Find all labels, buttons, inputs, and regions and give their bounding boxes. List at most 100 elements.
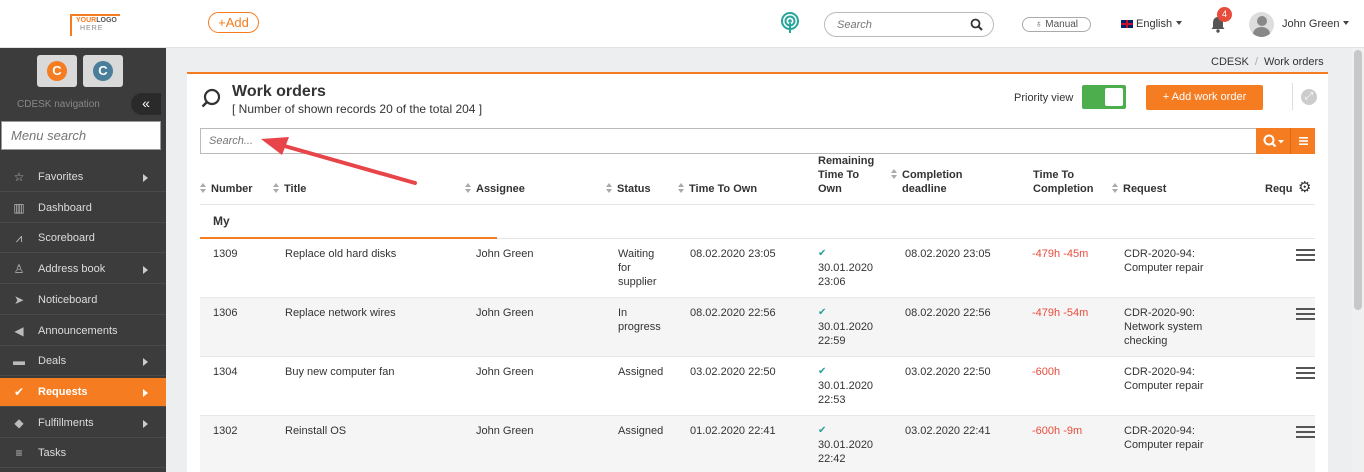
- row-menu-icon[interactable]: [1296, 308, 1315, 321]
- expand-icon[interactable]: ⤢: [1301, 89, 1317, 105]
- paper-plane-icon: ➤: [13, 292, 25, 307]
- cell-ttc: -479h -54m: [1032, 307, 1089, 319]
- cell-line: 22:59: [818, 335, 846, 347]
- sidebar-item-label: Dashboard: [38, 201, 92, 214]
- breadcrumb-root[interactable]: CDESK: [1211, 56, 1249, 68]
- add-button[interactable]: +Add: [208, 12, 259, 33]
- column-header-label: Time To: [818, 169, 860, 181]
- global-search-input[interactable]: [837, 17, 967, 33]
- uk-flag-icon: [1121, 20, 1133, 28]
- cell-line: 22:53: [818, 394, 846, 406]
- column-header-time-to-own[interactable]: Time To Own: [678, 182, 757, 196]
- user-menu[interactable]: John Green: [1282, 18, 1350, 30]
- table-search-button[interactable]: [1256, 128, 1290, 154]
- menu-search-input[interactable]: [2, 122, 160, 149]
- global-search[interactable]: [824, 12, 994, 37]
- logo-text-logo: LOGO: [96, 17, 117, 24]
- page-title: Work orders: [232, 83, 326, 100]
- notification-badge: 4: [1217, 7, 1232, 22]
- sort-icon: [1112, 183, 1119, 193]
- column-header-time-to-completion[interactable]: Time To Completion: [1033, 168, 1094, 196]
- chevron-right-icon: [143, 266, 148, 275]
- sidebar-item-requests[interactable]: ✔ Requests: [0, 377, 166, 407]
- logo-text-your: YOUR: [76, 17, 97, 24]
- sidebar-item-label: Fulfillments: [38, 416, 94, 429]
- cell-remaining: ✔ 30.01.2020 22:59: [818, 306, 873, 348]
- sidebar-item-tasks[interactable]: ≡ Tasks: [0, 439, 166, 469]
- row-menu-icon[interactable]: [1296, 367, 1315, 380]
- sidebar-item-label: Requests: [38, 385, 88, 398]
- cell-number: 1304: [213, 366, 238, 378]
- sort-icon: [891, 169, 898, 179]
- cell-title: Replace network wires: [285, 307, 396, 319]
- cell-assignee: John Green: [476, 425, 534, 437]
- cell-request: CDR-2020-90: Network system checking: [1124, 306, 1202, 348]
- column-header-remaining-time-to-own[interactable]: Remaining Time To Own: [818, 154, 874, 196]
- sidebar-item-address-book[interactable]: ♙ Address book: [0, 255, 166, 285]
- sidebar-collapse-button[interactable]: «: [131, 93, 161, 115]
- cell-line: Network system: [1124, 321, 1203, 333]
- sidebar-item-label: Announcements: [38, 324, 118, 337]
- sidebar-item-label: Deals: [38, 355, 67, 368]
- cell-remaining: ✔ 30.01.2020 22:42: [818, 424, 873, 466]
- sort-icon: [200, 183, 207, 193]
- star-icon: ☆: [13, 170, 25, 184]
- cell-line: supplier: [618, 276, 657, 288]
- column-header-request[interactable]: Request: [1112, 182, 1166, 196]
- column-header-number[interactable]: Number: [200, 182, 253, 196]
- chevron-right-icon: [143, 358, 148, 367]
- row-menu-icon[interactable]: [1296, 426, 1315, 439]
- avatar[interactable]: [1249, 12, 1274, 37]
- add-work-order-button[interactable]: + Add work order: [1146, 85, 1263, 110]
- table-row[interactable]: 1304 Buy new computer fan John Green Assign…: [200, 357, 1315, 416]
- sidebar-item-dashboard[interactable]: ▥ Dashboard: [0, 194, 166, 223]
- column-header-requ[interactable]: Requ: [1265, 182, 1293, 196]
- cdesk-app-button[interactable]: C: [37, 55, 77, 87]
- table-row[interactable]: 1309 Replace old hard disks John Green Wait…: [200, 239, 1315, 298]
- logo[interactable]: YOURLOGO HERE: [70, 14, 120, 36]
- sidebar-item-fulfillments[interactable]: ◆ Fulfillments: [0, 409, 166, 438]
- language-label: English: [1136, 18, 1173, 30]
- check-circle-icon: ✔: [13, 384, 25, 399]
- column-header-assignee[interactable]: Assignee: [465, 182, 525, 196]
- column-header-label: deadline: [902, 183, 947, 195]
- column-header-status[interactable]: Status: [606, 182, 651, 196]
- sidebar-item-deals[interactable]: ▬ Deals: [0, 347, 166, 377]
- manual-button[interactable]: ♁ Manual: [1022, 17, 1091, 32]
- sidebar-item-favorites[interactable]: ☆ Favorites: [0, 163, 166, 192]
- column-header-label: Requ: [1265, 183, 1293, 195]
- check-icon: ✔: [818, 307, 827, 318]
- table-row[interactable]: 1306 Replace network wires John Green In pro…: [200, 298, 1315, 357]
- cdesk-alt-app-button[interactable]: C: [83, 55, 123, 87]
- sidebar-item-announcements[interactable]: ◀ Announcements: [0, 317, 166, 346]
- search-icon[interactable]: [970, 18, 983, 31]
- cell-remaining: ✔ 30.01.2020 23:06: [818, 247, 873, 289]
- cell-title: Buy new computer fan: [285, 366, 395, 378]
- column-header-completion-deadline[interactable]: Completion deadline: [891, 168, 963, 196]
- cell-status: In progress: [618, 306, 661, 334]
- chevron-right-icon: [143, 174, 148, 182]
- table-row[interactable]: 1302 Reinstall OS John Green Assigned 01.02.…: [200, 416, 1315, 472]
- check-icon: ✔: [818, 425, 827, 436]
- cell-line: 30.01.2020: [818, 321, 874, 333]
- cell-status: Assigned: [618, 424, 663, 438]
- table-options-button[interactable]: [1290, 128, 1315, 154]
- breadcrumb-current: Work orders: [1263, 56, 1324, 68]
- priority-view-toggle[interactable]: [1082, 85, 1126, 109]
- sidebar-item-noticeboard[interactable]: ➤ Noticeboard: [0, 286, 166, 315]
- tasks-icon: ≡: [15, 446, 23, 461]
- cell-line: In: [618, 307, 628, 319]
- row-menu-icon[interactable]: [1296, 249, 1315, 262]
- page-scrollbar[interactable]: [1352, 48, 1364, 472]
- broadcast-icon[interactable]: [780, 12, 800, 34]
- language-selector[interactable]: English: [1121, 18, 1183, 30]
- cell-line: CDR-2020-94:: [1124, 366, 1195, 378]
- cell-deadline: 08.02.2020 23:05: [905, 248, 991, 260]
- gear-icon[interactable]: ⚙: [1298, 178, 1311, 196]
- top-bar: YOURLOGO HERE +Add ♁ Manual English 4 Jo…: [0, 0, 1364, 48]
- menu-search[interactable]: [1, 121, 161, 150]
- dashboard-icon: ▥: [13, 200, 25, 215]
- sidebar-item-scoreboard[interactable]: ⩘ Scoreboard: [0, 224, 166, 254]
- check-icon: ✔: [818, 248, 827, 259]
- cell-line: for: [618, 262, 631, 274]
